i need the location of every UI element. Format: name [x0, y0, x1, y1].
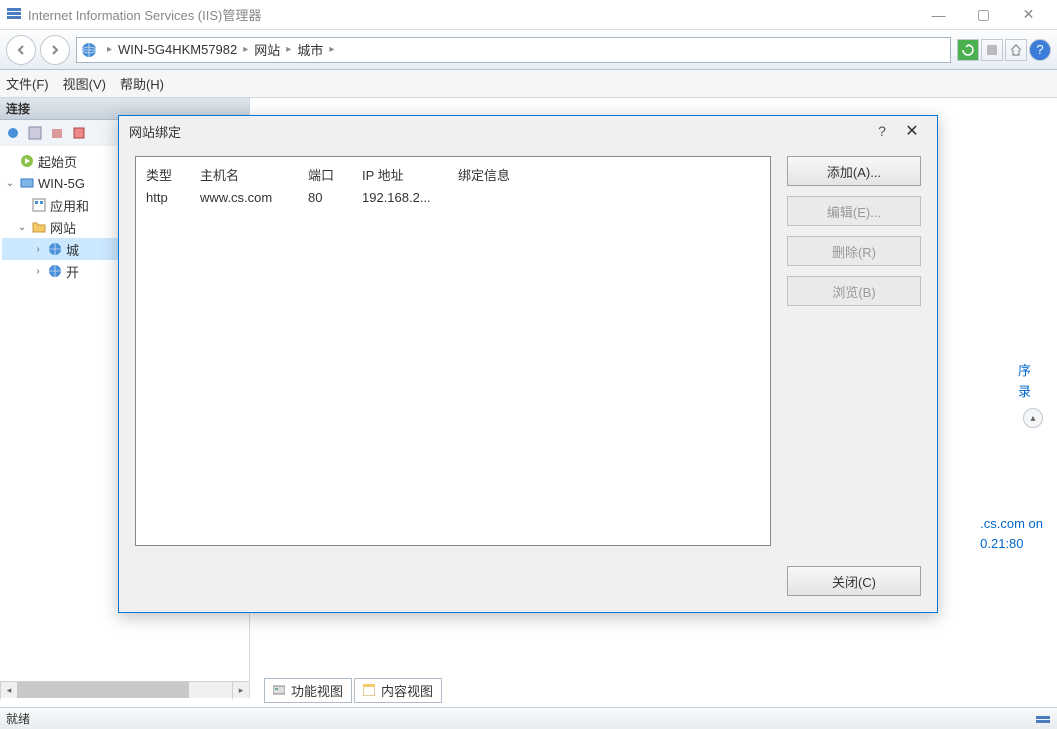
scroll-right-icon[interactable]: ▸: [232, 682, 249, 699]
tree-server-label: WIN-5G: [38, 176, 85, 191]
bindings-list[interactable]: 类型 主机名 端口 IP 地址 绑定信息 http www.cs.com 80 …: [135, 156, 771, 546]
dialog-titlebar: 网站绑定 ? ✕: [119, 116, 937, 146]
start-icon: [19, 153, 35, 169]
window-controls: — ▢ ✕: [916, 1, 1051, 29]
actions-links: 序 录: [1018, 360, 1031, 400]
tab-features-label: 功能视图: [291, 681, 343, 700]
apppool-icon: [31, 197, 47, 213]
expand-icon[interactable]: ›: [32, 244, 44, 255]
collapse-icon[interactable]: ⌄: [16, 222, 28, 233]
dialog-close-button[interactable]: ✕: [897, 121, 927, 141]
cell-type: http: [146, 190, 200, 205]
globe-icon: [47, 263, 63, 279]
stop-button[interactable]: [981, 39, 1003, 61]
menubar: 文件(F) 视图(V) 帮助(H): [0, 70, 1057, 98]
dialog-body: 类型 主机名 端口 IP 地址 绑定信息 http www.cs.com 80 …: [119, 146, 937, 556]
edit-button: 编辑(E)...: [787, 196, 921, 226]
statusbar: 就绪: [0, 707, 1057, 729]
sidebar-hscroll[interactable]: ◂ ▸: [0, 681, 249, 698]
refresh-button[interactable]: [957, 39, 979, 61]
menu-help[interactable]: 帮助(H): [120, 74, 164, 93]
tree-site1-label: 城: [66, 240, 79, 259]
binding-row[interactable]: http www.cs.com 80 192.168.2...: [146, 188, 760, 207]
tab-features[interactable]: 功能视图: [264, 678, 352, 703]
browse-button: 浏览(B): [787, 276, 921, 306]
minimize-button[interactable]: —: [916, 1, 961, 29]
globe-icon: [47, 241, 63, 257]
header-host[interactable]: 主机名: [200, 165, 308, 184]
help-button[interactable]: ?: [1029, 39, 1051, 61]
close-dialog-button[interactable]: 关闭(C): [787, 566, 921, 596]
cell-bindinfo: [458, 190, 760, 205]
home-button[interactable]: [1005, 39, 1027, 61]
browse-link[interactable]: .cs.com on 0.21:80: [980, 514, 1043, 554]
window-title: Internet Information Services (IIS)管理器: [28, 5, 916, 24]
save-icon[interactable]: [26, 124, 44, 142]
status-config-icon[interactable]: [1035, 711, 1051, 727]
content-icon: [363, 684, 377, 698]
breadcrumb-sites[interactable]: 网站: [254, 40, 280, 59]
remove-button: 删除(R): [787, 236, 921, 266]
nav-right-buttons: ?: [957, 39, 1051, 61]
chevron-right-icon: ▸: [107, 44, 112, 55]
header-ip[interactable]: IP 地址: [362, 165, 458, 184]
cell-ip: 192.168.2...: [362, 190, 458, 205]
breadcrumb-site[interactable]: 城市: [297, 40, 323, 59]
server-icon: [19, 175, 35, 191]
chevron-right-icon: ▸: [243, 44, 248, 55]
iis-icon: [6, 7, 22, 23]
menu-view[interactable]: 视图(V): [63, 74, 106, 93]
cell-host: www.cs.com: [200, 190, 308, 205]
collapse-icon[interactable]: ⌄: [4, 178, 16, 189]
collapse-panel-icon[interactable]: ▴: [1023, 408, 1043, 428]
forward-button[interactable]: [40, 35, 70, 65]
settings-icon[interactable]: [70, 124, 88, 142]
header-bindinfo[interactable]: 绑定信息: [458, 165, 760, 184]
scroll-left-icon[interactable]: ◂: [0, 682, 17, 699]
titlebar: Internet Information Services (IIS)管理器 —…: [0, 0, 1057, 30]
browse-link-line1: .cs.com on: [980, 516, 1043, 531]
view-tabs: 功能视图 内容视图: [264, 678, 442, 703]
header-port[interactable]: 端口: [308, 165, 362, 184]
folder-icon: [31, 219, 47, 235]
browse-link-line2: 0.21:80: [980, 536, 1023, 551]
back-button[interactable]: [6, 35, 36, 65]
dialog-footer: 关闭(C): [119, 556, 937, 612]
close-button[interactable]: ✕: [1006, 1, 1051, 29]
features-icon: [273, 684, 287, 698]
cell-port: 80: [308, 190, 362, 205]
action-link-1[interactable]: 序: [1018, 360, 1031, 379]
nav-arrows: [6, 35, 70, 65]
dialog-button-column: 添加(A)... 编辑(E)... 删除(R) 浏览(B): [787, 156, 921, 546]
status-ready: 就绪: [6, 710, 30, 727]
header-type[interactable]: 类型: [146, 165, 200, 184]
tree-start-label: 起始页: [38, 152, 77, 171]
breadcrumb-server[interactable]: WIN-5G4HKM57982: [118, 42, 237, 57]
chevron-right-icon: ▸: [329, 44, 334, 55]
connect-icon[interactable]: [4, 124, 22, 142]
chevron-right-icon: ▸: [286, 44, 291, 55]
maximize-button[interactable]: ▢: [961, 1, 1006, 29]
scroll-thumb[interactable]: [17, 682, 189, 698]
dialog-title: 网站绑定: [129, 122, 867, 141]
tree-apppools-label: 应用和: [50, 196, 89, 215]
tab-content[interactable]: 内容视图: [354, 678, 442, 703]
add-button[interactable]: 添加(A)...: [787, 156, 921, 186]
breadcrumb[interactable]: ▸ WIN-5G4HKM57982 ▸ 网站 ▸ 城市 ▸: [76, 37, 951, 63]
menu-file[interactable]: 文件(F): [6, 74, 49, 93]
list-header: 类型 主机名 端口 IP 地址 绑定信息: [146, 165, 760, 188]
tree-site2-label: 开: [66, 262, 79, 281]
site-bindings-dialog: 网站绑定 ? ✕ 类型 主机名 端口 IP 地址 绑定信息 http www.c…: [118, 115, 938, 613]
dialog-help-button[interactable]: ?: [867, 123, 897, 139]
action-link-2[interactable]: 录: [1018, 381, 1031, 400]
tab-content-label: 内容视图: [381, 681, 433, 700]
delete-icon[interactable]: [48, 124, 66, 142]
globe-icon: [81, 42, 97, 58]
navbar: ▸ WIN-5G4HKM57982 ▸ 网站 ▸ 城市 ▸ ?: [0, 30, 1057, 70]
scroll-track[interactable]: [17, 682, 232, 698]
tree-sites-label: 网站: [50, 218, 76, 237]
expand-icon[interactable]: ›: [32, 266, 44, 277]
